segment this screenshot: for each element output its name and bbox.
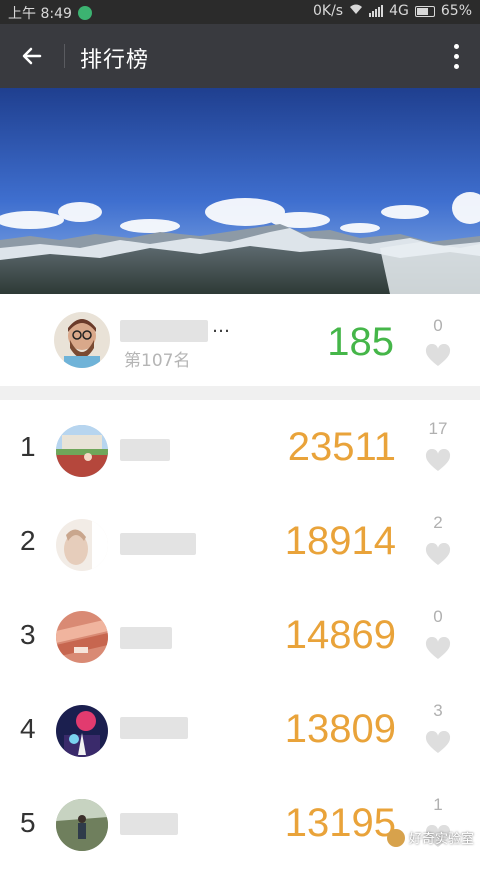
battery-level: 65% — [440, 3, 472, 19]
wechat-notification-icon — [77, 6, 92, 20]
watermark: 好奇实验室 — [386, 828, 474, 847]
user-avatar — [56, 799, 108, 851]
my-like-count: 0 — [433, 316, 443, 335]
rank-number: 5 — [20, 807, 36, 838]
like-count: 2 — [433, 513, 443, 532]
heart-icon[interactable] — [425, 543, 451, 567]
my-rank-card[interactable]: … 第107名 185 0 — [0, 294, 480, 386]
heart-icon[interactable] — [425, 449, 451, 473]
ranking-row[interactable]: 5 13195 1 — [0, 779, 480, 873]
page-title: 排行榜 — [80, 48, 150, 73]
rank-number: 1 — [20, 431, 36, 462]
heart-icon[interactable] — [425, 344, 451, 368]
step-count: 13195 — [284, 801, 396, 845]
rank-number: 3 — [20, 619, 36, 650]
rank-number: 2 — [20, 525, 36, 556]
paw-icon — [386, 828, 405, 847]
heart-icon[interactable] — [425, 731, 451, 755]
step-count: 14869 — [284, 613, 396, 657]
like-count: 1 — [433, 795, 443, 814]
arrow-left-icon — [22, 47, 42, 65]
more-vertical-icon[interactable] — [446, 38, 466, 74]
like-count: 17 — [428, 419, 448, 438]
step-count: 23511 — [287, 425, 396, 469]
wifi-icon — [349, 3, 363, 19]
user-avatar — [56, 519, 108, 571]
my-step-count: 185 — [327, 320, 394, 364]
my-rank-label: 第107名 — [124, 351, 191, 371]
like-count: 0 — [433, 607, 443, 626]
my-avatar — [54, 312, 110, 368]
like-count: 3 — [433, 701, 443, 720]
user-name-blurred — [120, 627, 172, 649]
user-name-blurred — [120, 813, 178, 835]
ranking-row[interactable]: 2 18914 2 — [0, 497, 480, 592]
cover-image — [0, 88, 480, 294]
app-bar: 排行榜 — [0, 24, 480, 88]
my-name-blurred — [120, 320, 208, 342]
user-name-blurred — [120, 439, 170, 461]
user-name-blurred — [120, 533, 196, 555]
back-button[interactable] — [10, 36, 54, 76]
section-divider — [0, 386, 480, 400]
user-avatar — [56, 705, 108, 757]
network-speed: 0K/s — [313, 3, 344, 19]
status-bar: 上午 8:49 0K/s 4G 65% — [0, 0, 480, 24]
user-avatar — [56, 611, 108, 663]
user-avatar — [56, 425, 108, 477]
network-type: 4G — [389, 3, 409, 19]
step-count: 13809 — [284, 707, 396, 751]
status-time: 上午 8:49 — [8, 6, 72, 22]
watermark-text: 好奇实验室 — [408, 832, 474, 847]
step-count: 18914 — [284, 519, 396, 563]
ranking-row[interactable]: 1 23511 17 — [0, 403, 480, 498]
user-name-blurred — [120, 717, 188, 739]
signal-icon — [369, 5, 384, 17]
rank-number: 4 — [20, 713, 36, 744]
heart-icon[interactable] — [425, 637, 451, 661]
title-divider — [64, 44, 65, 68]
ranking-row[interactable]: 4 13809 3 — [0, 685, 480, 780]
battery-icon — [414, 5, 435, 17]
my-name-ellipsis: … — [212, 316, 230, 337]
ranking-row[interactable]: 3 14869 0 — [0, 591, 480, 686]
